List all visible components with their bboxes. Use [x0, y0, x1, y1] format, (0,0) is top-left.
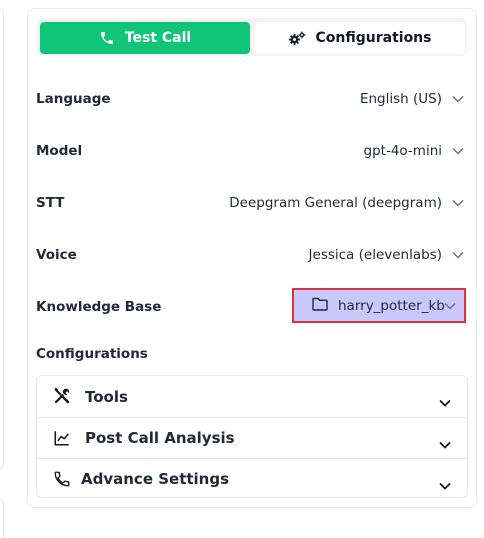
- voice-value: Jessica (elevenlabs): [308, 247, 442, 263]
- left-panel-edge: [0, 8, 4, 470]
- accordion-item-post-call-analysis[interactable]: Post Call Analysis: [37, 417, 467, 458]
- phone-icon: [99, 30, 115, 46]
- language-select[interactable]: English (US): [360, 91, 466, 107]
- chevron-down-icon: [439, 392, 451, 411]
- accordion-label-tools: Tools: [85, 387, 128, 406]
- model-row: Model gpt-4o-mini: [36, 136, 466, 166]
- language-label: Language: [36, 91, 111, 107]
- folder-icon: [312, 297, 328, 315]
- gears-icon: [288, 31, 306, 46]
- language-row: Language English (US): [36, 84, 466, 114]
- chevron-down-icon: [439, 434, 451, 453]
- tab-test-call-label: Test Call: [124, 30, 192, 46]
- accordion-item-tools[interactable]: Tools: [37, 376, 467, 417]
- knowledge-base-select[interactable]: harry_potter_kb: [292, 288, 466, 323]
- agent-config-panel: Test Call Configurations Language Englis…: [27, 8, 477, 508]
- model-value: gpt-4o-mini: [363, 143, 442, 159]
- tools-icon: [53, 387, 71, 405]
- configurations-accordion: Tools Post Call Analysis Advance Setting…: [36, 375, 468, 498]
- tab-configurations[interactable]: Configurations: [255, 22, 465, 54]
- accordion-label-advance-settings: Advance Settings: [81, 470, 230, 488]
- tab-configurations-label: Configurations: [315, 30, 432, 46]
- stt-label: STT: [36, 195, 65, 211]
- stt-select[interactable]: Deepgram General (deepgram): [229, 195, 466, 211]
- voice-select[interactable]: Jessica (elevenlabs): [309, 247, 466, 263]
- stt-row: STT Deepgram General (deepgram): [36, 188, 466, 218]
- voice-row: Voice Jessica (elevenlabs): [36, 240, 466, 270]
- chevron-down-icon: [452, 95, 464, 103]
- mode-tabs: Test Call Configurations: [37, 18, 467, 56]
- accordion-label-post-call-analysis: Post Call Analysis: [85, 429, 235, 447]
- model-label: Model: [36, 143, 83, 159]
- knowledge-base-row: Knowledge Base harry_potter_kb: [36, 288, 466, 323]
- tab-test-call[interactable]: Test Call: [40, 22, 250, 54]
- chevron-down-icon: [452, 147, 464, 155]
- stt-value: Deepgram General (deepgram): [229, 195, 442, 211]
- chevron-down-icon: [452, 199, 464, 207]
- voice-label: Voice: [36, 247, 77, 263]
- knowledge-base-label: Knowledge Base: [36, 299, 162, 315]
- left-panel-edge-bottom: [0, 498, 4, 538]
- chevron-down-icon: [439, 475, 451, 494]
- model-select[interactable]: gpt-4o-mini: [364, 143, 466, 159]
- chevron-down-icon: [452, 251, 464, 259]
- phone-icon: [53, 470, 71, 488]
- accordion-item-advance-settings[interactable]: Advance Settings: [37, 458, 467, 499]
- language-value: English (US): [359, 91, 442, 107]
- configurations-section-label: Configurations: [36, 346, 148, 362]
- line-chart-icon: [53, 429, 71, 447]
- knowledge-base-value: harry_potter_kb: [338, 297, 445, 314]
